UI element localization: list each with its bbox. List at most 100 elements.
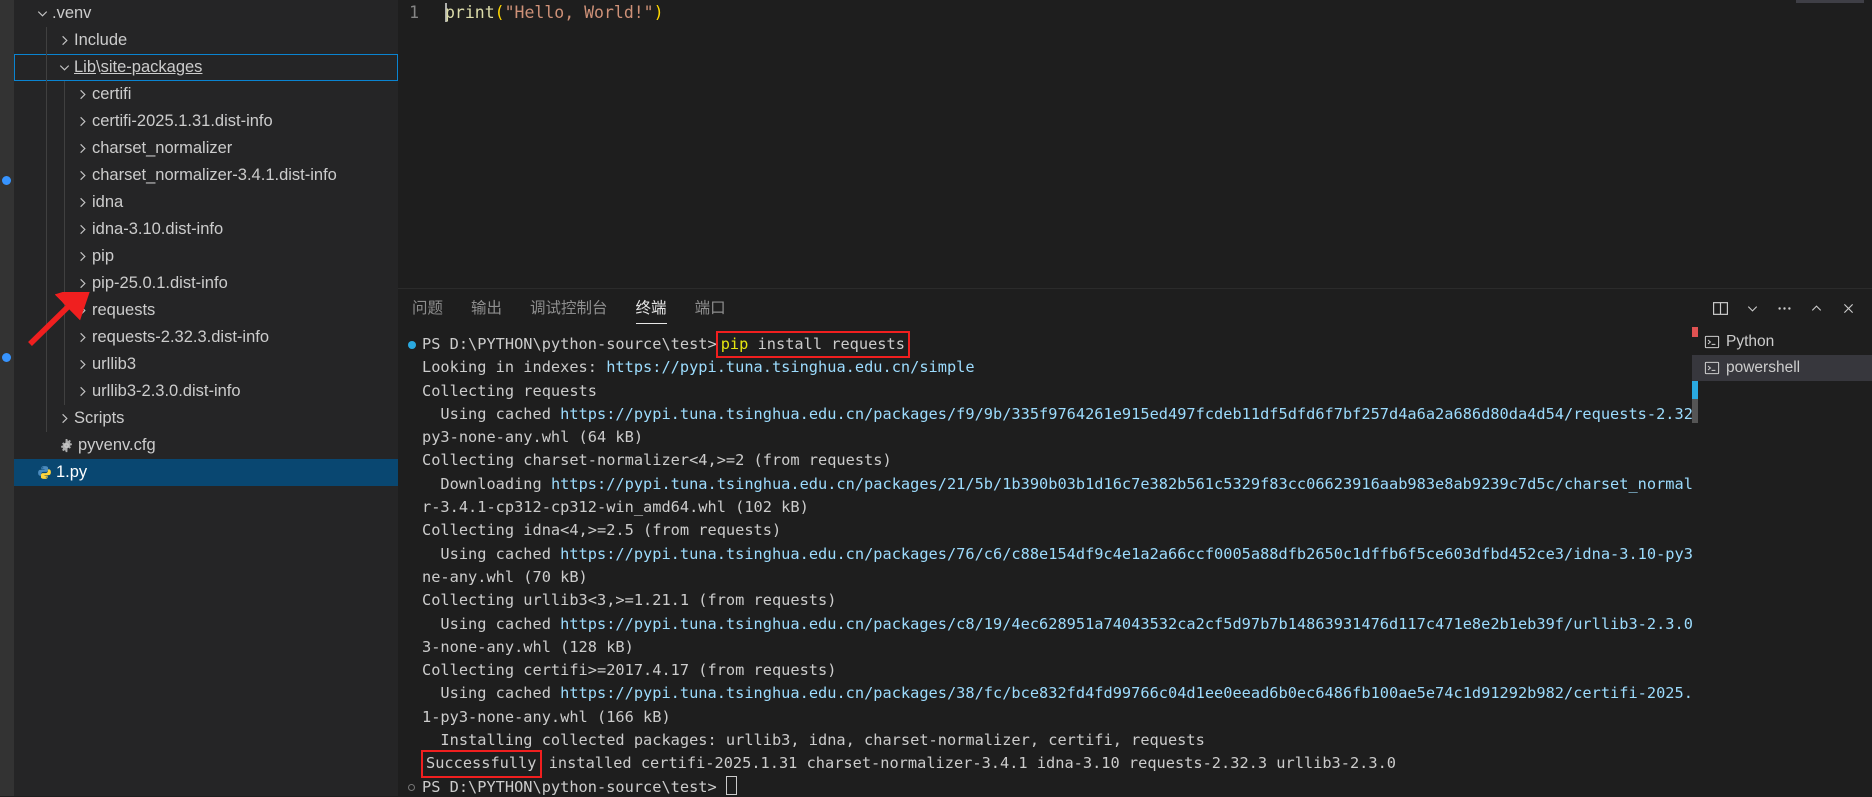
- bottom-panel: 问题 输出 调试控制台 终端 端口 PS D:\PYTHON\python-so…: [398, 288, 1872, 797]
- more-actions-icon[interactable]: [1770, 295, 1798, 321]
- terminal-item-powershell[interactable]: powershell: [1692, 355, 1872, 381]
- tree-item-pip[interactable]: pip: [14, 243, 398, 270]
- command-status-dot: [408, 341, 416, 349]
- tree-item-label: idna: [92, 193, 124, 211]
- tree-item-lib-site-packages[interactable]: Lib\site-packages: [14, 54, 398, 81]
- tree-item-label: requests: [92, 301, 156, 319]
- terminal-output-line: Downloading https://pypi.tuna.tsinghua.e…: [422, 474, 1692, 493]
- terminal-output-line: Collecting idna<4,>=2.5 (from requests): [422, 521, 782, 540]
- tree-item-label: urllib3: [92, 355, 137, 373]
- terminal-output[interactable]: PS D:\PYTHON\python-source\test> pip inst…: [398, 327, 1692, 797]
- terminal-output-line: Using cached https://pypi.tuna.tsinghua.…: [422, 404, 1692, 423]
- tab-ports[interactable]: 端口: [695, 289, 726, 327]
- gear-icon: [54, 438, 78, 453]
- tree-item-label: urllib3-2.3.0.dist-info: [92, 382, 241, 400]
- tree-item-pip-dist-info[interactable]: pip-25.0.1.dist-info: [14, 270, 398, 297]
- python-icon: [32, 465, 56, 480]
- tree-item-charset-normalizer-dist-info[interactable]: charset_normalizer-3.4.1.dist-info: [14, 162, 398, 189]
- chevron-down-icon[interactable]: [1738, 295, 1766, 321]
- chevron-right-icon: [72, 351, 92, 378]
- vscode-window: .venv Include Lib\site-packages certifi cert…: [0, 0, 1872, 797]
- terminal-output-line: Collecting charset-normalizer<4,>=2 (fro…: [422, 451, 892, 470]
- code-text[interactable]: print("Hello, World!"): [445, 2, 664, 24]
- split-terminal-icon[interactable]: [1706, 295, 1734, 321]
- tree-item-certifi[interactable]: certifi: [14, 81, 398, 108]
- code-token-close-paren: ): [653, 3, 664, 22]
- tree-item-urllib3-dist-info[interactable]: urllib3-2.3.0.dist-info: [14, 378, 398, 405]
- terminal-output-line: 3-none-any.whl (128 kB): [422, 637, 634, 656]
- tree-item-idna[interactable]: idna: [14, 189, 398, 216]
- terminal-output-line: Collecting certifi>=2017.4.17 (from requ…: [422, 661, 837, 680]
- tree-item-pyvenv-cfg[interactable]: pyvenv.cfg: [14, 432, 398, 459]
- tree-item-scripts[interactable]: Scripts: [14, 405, 398, 432]
- activity-bar[interactable]: [0, 0, 14, 796]
- tree-item-charset-normalizer[interactable]: charset_normalizer: [14, 135, 398, 162]
- tab-debug-console[interactable]: 调试控制台: [530, 289, 608, 327]
- chevron-right-icon: [72, 378, 92, 405]
- terminal-output-line: Collecting requests: [422, 381, 597, 400]
- chevron-right-icon: [72, 243, 92, 270]
- tab-terminal[interactable]: 终端: [635, 289, 667, 327]
- editor-line-1[interactable]: 1 print("Hello, World!"): [398, 0, 1872, 24]
- tree-item-label: certifi: [92, 85, 132, 103]
- chevron-up-icon[interactable]: [1802, 295, 1830, 321]
- terminal-final-prompt: PS D:\PYTHON\python-source\test>: [408, 775, 1692, 797]
- blue-dot: [2, 176, 11, 185]
- tree-item-label: 1.py: [56, 463, 88, 481]
- terminal-output-line: Using cached https://pypi.tuna.tsinghua.…: [422, 544, 1692, 563]
- tree-item-requests-dist-info[interactable]: requests-2.32.3.dist-info: [14, 324, 398, 351]
- indent-guide: [64, 81, 65, 405]
- chevron-right-icon: [54, 27, 74, 54]
- terminal-icon: [1704, 360, 1726, 376]
- code-editor[interactable]: 1 print("Hello, World!"): [398, 0, 1872, 288]
- terminal-output-line: py3-none-any.whl (64 kB): [422, 428, 644, 447]
- tree-item-label: pip: [92, 247, 115, 265]
- terminal-cursor: [725, 775, 737, 795]
- minimap-slider[interactable]: [1796, 0, 1864, 3]
- terminal-output-line: r-3.4.1-cp312-cp312-win_amd64.whl (102 k…: [422, 498, 809, 517]
- tree-item-venv[interactable]: .venv: [14, 0, 398, 27]
- terminal-output-line: 1-py3-none-any.whl (166 kB): [422, 707, 671, 726]
- terminal-output-line: Collecting urllib3<3,>=1.21.1 (from requ…: [422, 591, 837, 610]
- terminal-area: PS D:\PYTHON\python-source\test> pip inst…: [398, 327, 1872, 797]
- tree-item-label: Scripts: [74, 409, 125, 427]
- chevron-down-icon: [54, 54, 74, 81]
- chevron-down-icon: [32, 0, 52, 27]
- tree-item-label: Include: [74, 31, 128, 49]
- tab-output[interactable]: 输出: [471, 289, 502, 327]
- chevron-right-icon: [72, 162, 92, 189]
- tree-item-label: charset_normalizer-3.4.1.dist-info: [92, 166, 337, 184]
- tree-item-include[interactable]: Include: [14, 27, 398, 54]
- terminal-icon: [1704, 334, 1726, 350]
- terminal-instances-list: Python powershell: [1692, 327, 1872, 797]
- chevron-right-icon: [72, 135, 92, 162]
- chevron-right-icon: [72, 81, 92, 108]
- tree-item-certifi-dist-info[interactable]: certifi-2025.1.31.dist-info: [14, 108, 398, 135]
- chevron-right-icon: [72, 270, 92, 297]
- tree-item-requests[interactable]: requests: [14, 297, 398, 324]
- chevron-right-icon: [72, 189, 92, 216]
- chevron-right-icon: [72, 216, 92, 243]
- explorer-sidebar: .venv Include Lib\site-packages certifi cert…: [0, 0, 398, 796]
- tab-problems[interactable]: 问题: [412, 289, 443, 327]
- terminal-item-label: Python: [1726, 333, 1775, 350]
- terminal-output-line: Using cached https://pypi.tuna.tsinghua.…: [422, 684, 1692, 703]
- tree-item-file-1-py[interactable]: 1.py: [14, 459, 398, 486]
- terminal-output-line: ne-any.whl (70 kB): [422, 567, 588, 586]
- tree-item-urllib3[interactable]: urllib3: [14, 351, 398, 378]
- blue-dot-2: [2, 353, 11, 362]
- chevron-right-icon: [72, 324, 92, 351]
- terminal-item-python[interactable]: Python: [1692, 329, 1872, 355]
- code-token-open-paren: (: [494, 3, 505, 22]
- file-explorer-tree[interactable]: .venv Include Lib\site-packages certifi cert…: [14, 0, 398, 486]
- terminal-command-line: PS D:\PYTHON\python-source\test> pip inst…: [408, 330, 1692, 359]
- highlighted-successfully: Successfully: [421, 750, 542, 778]
- tree-item-label: charset_normalizer: [92, 139, 233, 157]
- tree-item-idna-dist-info[interactable]: idna-3.10.dist-info: [14, 216, 398, 243]
- window-scrollbar[interactable]: [1858, 0, 1872, 796]
- terminal-output-line: Using cached https://pypi.tuna.tsinghua.…: [422, 614, 1692, 633]
- code-token-function: print: [445, 3, 495, 22]
- terminal-item-label: powershell: [1726, 359, 1801, 376]
- indent-guide: [46, 27, 47, 432]
- panel-actions: [1706, 289, 1862, 327]
